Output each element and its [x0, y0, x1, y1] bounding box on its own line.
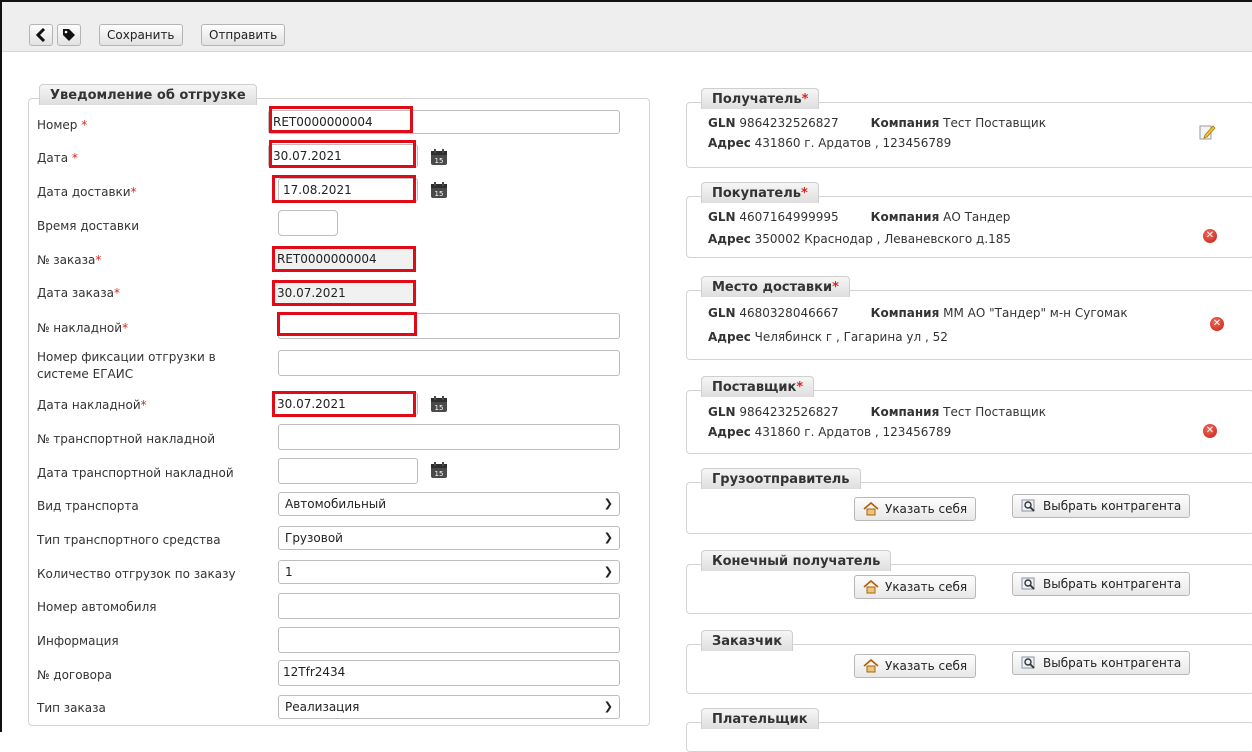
chevron-down-icon: ❯: [603, 531, 613, 544]
car-number-label: Номер автомобиля: [37, 600, 157, 614]
invoice-number-input[interactable]: [278, 313, 620, 339]
info-label: Информация: [37, 634, 119, 648]
buyer-address: Адрес 350002 Краснодар , Леваневского д.…: [708, 232, 1012, 246]
final-recipient-set-self-button[interactable]: Указать себя: [854, 575, 977, 599]
home-icon: [863, 502, 879, 516]
delivery-time-label: Время доставки: [37, 219, 140, 233]
recipient-address: Адрес 431860 г. Ардатов , 123456789: [708, 136, 952, 150]
invoice-number-label: № накладной*: [37, 321, 129, 335]
supplier-fieldset: [686, 390, 1252, 454]
search-icon: [1021, 577, 1035, 590]
recipient-fieldset: [686, 102, 1252, 168]
chevron-down-icon: ❯: [603, 565, 613, 578]
delivery-date-label: Дата доставки*: [37, 185, 137, 199]
svg-text:15: 15: [435, 157, 444, 165]
svg-text:15: 15: [435, 404, 444, 412]
number-input[interactable]: RET0000000004: [268, 110, 620, 134]
transport-kind-value: Автомобильный: [285, 497, 387, 511]
calendar-icon[interactable]: 15: [430, 461, 448, 479]
order-date-input[interactable]: 30.07.2021: [272, 281, 416, 305]
home-icon: [863, 659, 879, 673]
remove-icon[interactable]: ✕: [1210, 317, 1224, 331]
delivery-place-gln-company: GLN 4680328046667 Компания ММ АО "Тандер"…: [708, 306, 1128, 320]
chevron-down-icon: ❯: [603, 700, 613, 713]
transport-invoice-date-label: Дата транспортной накладной: [37, 466, 234, 480]
transport-invoice-number-label: № транспортной накладной: [37, 432, 216, 446]
chevron-down-icon: ❯: [603, 497, 613, 510]
order-type-label: Тип заказа: [37, 701, 106, 715]
order-number-input[interactable]: RET0000000004: [272, 247, 416, 271]
toolbar: Сохранить Отправить: [2, 2, 1252, 52]
payer-legend: Плательщик: [701, 708, 819, 729]
invoice-date-label: Дата накладной*: [37, 398, 147, 412]
edit-icon[interactable]: [1198, 123, 1216, 141]
buyer-legend: Покупатель*: [701, 182, 819, 203]
search-icon: [1021, 656, 1035, 669]
contract-number-input[interactable]: 12Tfr2434: [278, 660, 620, 686]
search-icon: [1021, 499, 1035, 512]
transport-invoice-number-input[interactable]: [278, 424, 620, 450]
car-number-input[interactable]: [278, 593, 620, 619]
final-recipient-legend: Конечный получатель: [701, 550, 892, 571]
order-date-label: Дата заказа*: [37, 286, 120, 300]
transport-invoice-date-input[interactable]: [278, 458, 418, 484]
transport-kind-label: Вид транспорта: [37, 499, 139, 513]
shipper-choose-contractor-button[interactable]: Выбрать контрагента: [1012, 494, 1191, 518]
svg-text:15: 15: [435, 190, 444, 198]
remove-icon[interactable]: ✕: [1203, 229, 1217, 243]
calendar-icon[interactable]: 15: [430, 395, 448, 413]
svg-text:15: 15: [435, 470, 444, 478]
buyer-fieldset: [686, 196, 1252, 258]
vehicle-type-value: Грузовой: [285, 531, 343, 545]
home-icon: [863, 580, 879, 594]
customer-choose-contractor-button[interactable]: Выбрать контрагента: [1012, 651, 1191, 675]
order-type-value: Реализация: [285, 700, 360, 714]
tag-icon: [63, 29, 75, 41]
shipments-count-select[interactable]: 1 ❯: [278, 560, 620, 584]
calendar-icon[interactable]: 15: [430, 181, 448, 199]
save-button[interactable]: Сохранить: [99, 24, 183, 46]
back-button[interactable]: [29, 24, 53, 46]
date-input[interactable]: 30.07.2021: [268, 144, 418, 168]
date-label: Дата *: [37, 151, 78, 165]
send-button[interactable]: Отправить: [201, 24, 286, 46]
arrow-left-icon: [35, 27, 46, 43]
order-number-label: № заказа*: [37, 253, 102, 267]
remove-icon[interactable]: ✕: [1203, 424, 1217, 438]
buyer-gln-company: GLN 4607164999995 Компания АО Тандер: [708, 210, 1011, 224]
vehicle-type-select[interactable]: Грузовой ❯: [278, 526, 620, 550]
supplier-gln-company: GLN 9864232526827 Компания Тест Поставщик: [708, 405, 1046, 419]
shipper-legend: Грузоотправитель: [701, 468, 861, 489]
recipient-legend: Получатель*: [701, 88, 820, 109]
invoice-date-input[interactable]: 30.07.2021: [272, 392, 418, 416]
calendar-icon[interactable]: 15: [430, 148, 448, 166]
egais-label: Номер фиксации отгрузки в системе ЕГАИС: [37, 350, 216, 381]
customer-legend: Заказчик: [701, 630, 794, 651]
delivery-time-input[interactable]: [278, 210, 338, 236]
info-input[interactable]: [278, 627, 620, 653]
final-recipient-choose-contractor-button[interactable]: Выбрать контрагента: [1012, 572, 1191, 596]
shipments-count-value: 1: [285, 565, 293, 579]
order-type-select[interactable]: Реализация ❯: [278, 695, 620, 719]
delivery-place-address: Адрес Челябинск г , Гагарина ул , 52: [708, 330, 948, 344]
delivery-date-input[interactable]: 17.08.2021: [278, 178, 418, 202]
delivery-place-legend: Место доставки*: [701, 276, 850, 297]
vehicle-type-label: Тип транспортного средства: [37, 533, 221, 547]
contract-number-label: № договора: [37, 668, 112, 682]
shipper-set-self-button[interactable]: Указать себя: [854, 497, 977, 521]
egais-input[interactable]: [278, 350, 620, 376]
recipient-gln-company: GLN 9864232526827 Компания Тест Поставщик: [708, 116, 1046, 130]
supplier-address: Адрес 431860 г. Ардатов , 123456789: [708, 425, 952, 439]
number-label: Номер *: [37, 118, 88, 132]
shipment-legend: Уведомление об отгрузке: [39, 84, 257, 105]
tag-button[interactable]: [57, 24, 81, 46]
customer-set-self-button[interactable]: Указать себя: [854, 654, 977, 678]
supplier-legend: Поставщик*: [701, 376, 815, 397]
shipments-count-label: Количество отгрузок по заказу: [37, 567, 236, 581]
transport-kind-select[interactable]: Автомобильный ❯: [278, 492, 620, 516]
delivery-place-fieldset: [686, 290, 1252, 360]
